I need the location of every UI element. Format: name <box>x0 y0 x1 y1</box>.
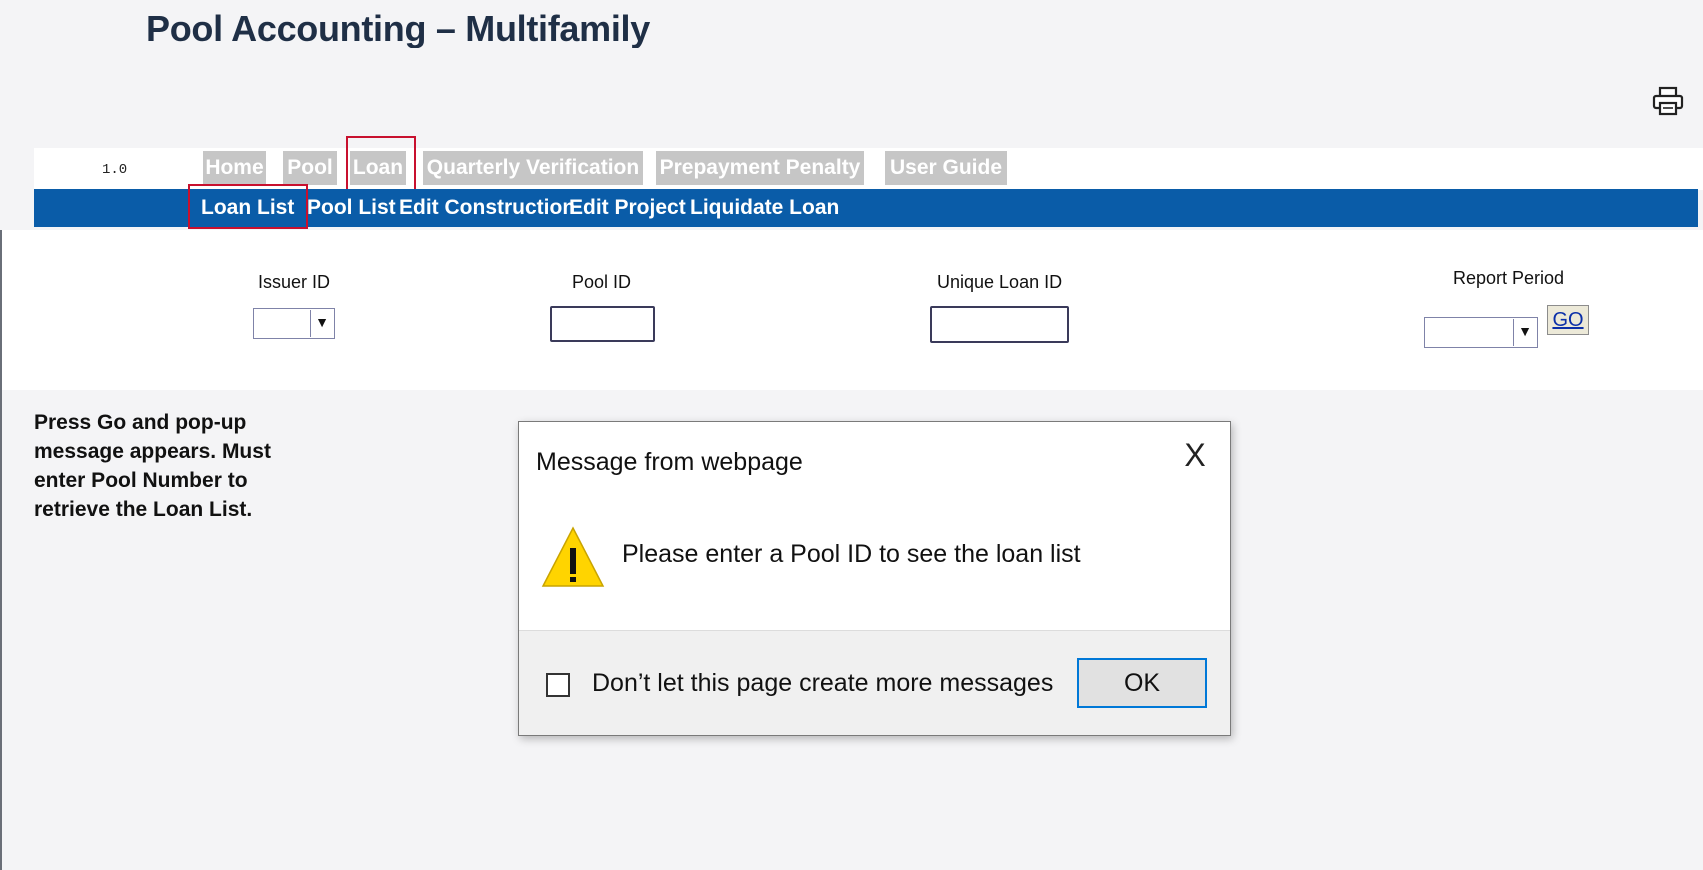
version-label: 1.0 <box>102 162 128 178</box>
warning-icon <box>541 526 605 587</box>
header-band <box>0 48 1703 148</box>
suppress-messages-label[interactable]: Don’t let this page create more messages <box>592 669 1053 698</box>
report-period-label: Report Period <box>1453 268 1565 288</box>
issuer-id-label: Issuer ID <box>258 272 331 292</box>
go-button[interactable]: GO <box>1547 305 1589 335</box>
chevron-down-icon: ▼ <box>1513 319 1536 346</box>
issuer-id-select[interactable]: ▼ <box>253 308 335 339</box>
tab-user-guide[interactable]: User Guide <box>885 151 1007 185</box>
printer-icon[interactable] <box>1652 86 1684 116</box>
report-period-select[interactable]: ▼ <box>1424 317 1538 348</box>
ok-button[interactable]: OK <box>1077 658 1207 708</box>
dialog-message: Please enter a Pool ID to see the loan l… <box>622 540 1081 568</box>
unique-loan-id-label: Unique Loan ID <box>937 272 1063 292</box>
pool-id-label: Pool ID <box>572 272 632 292</box>
dialog-title: Message from webpage <box>536 448 803 476</box>
tab-quarterly-verification[interactable]: Quarterly Verification <box>423 151 643 185</box>
close-icon[interactable]: X <box>1178 438 1212 472</box>
tab-home[interactable]: Home <box>203 151 266 185</box>
selected-subnav-highlight <box>188 184 308 229</box>
instruction-note: Press Go and pop-up message appears. Mus… <box>34 411 271 521</box>
tab-prepayment-penalty[interactable]: Prepayment Penalty <box>656 151 864 185</box>
subnav-edit-project[interactable]: Edit Project <box>569 189 686 227</box>
unique-loan-id-input[interactable] <box>930 306 1069 343</box>
page-title: Pool Accounting – Multifamily <box>146 8 650 49</box>
suppress-messages-checkbox[interactable] <box>546 673 570 697</box>
subnav-edit-construction[interactable]: Edit Construction <box>399 189 575 227</box>
message-dialog: Message from webpage X Please enter a Po… <box>518 421 1231 736</box>
pool-id-input[interactable] <box>550 306 655 342</box>
subnav-pool-list[interactable]: Pool List <box>307 189 396 227</box>
chevron-down-icon: ▼ <box>310 310 333 337</box>
dialog-footer: Don’t let this page create more messages… <box>519 630 1230 735</box>
tab-pool[interactable]: Pool <box>283 151 337 185</box>
subnav-liquidate-loan[interactable]: Liquidate Loan <box>690 189 839 227</box>
selected-tab-highlight <box>346 136 416 194</box>
